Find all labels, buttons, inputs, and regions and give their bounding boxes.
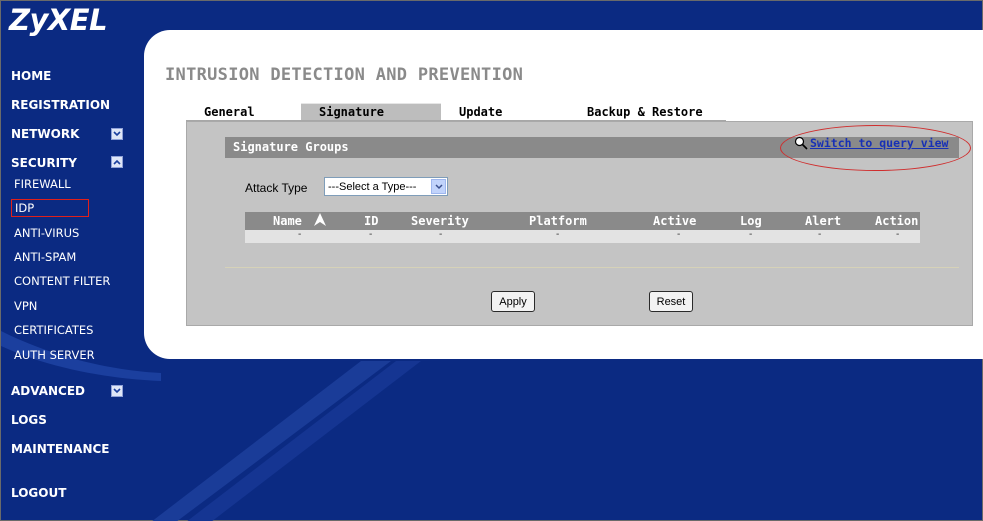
column-id: ID: [364, 214, 379, 228]
nav-item-network[interactable]: NETWORK: [11, 127, 79, 141]
nav-item-registration[interactable]: REGISTRATION: [11, 98, 110, 112]
cell-alert: -: [818, 229, 822, 240]
nav-item-advanced[interactable]: ADVANCED: [11, 384, 85, 398]
tab-general[interactable]: General: [186, 103, 301, 121]
expand-icon[interactable]: [111, 385, 123, 397]
attack-type-label: Attack Type: [245, 181, 308, 195]
nav-item-maintenance[interactable]: MAINTENANCE: [11, 442, 110, 456]
sidebar-nav: HOME REGISTRATION NETWORK SECURITY FIREW…: [1, 1, 144, 521]
collapse-icon[interactable]: [111, 156, 123, 168]
nav-item-label: MAINTENANCE: [11, 442, 110, 456]
sub-item-vpn[interactable]: VPN: [14, 299, 37, 313]
nav-item-label: NETWORK: [11, 127, 80, 141]
column-action: Action: [875, 214, 919, 228]
cell-platform: -: [556, 229, 560, 240]
nav-item-security[interactable]: SECURITY: [11, 156, 77, 170]
tab-update[interactable]: Update: [441, 103, 569, 121]
sub-item-anti-spam[interactable]: ANTI-SPAM: [14, 250, 76, 264]
chevron-down-icon[interactable]: [431, 179, 446, 194]
sub-item-certificates[interactable]: CERTIFICATES: [14, 323, 93, 337]
nav-item-logout[interactable]: LOGOUT: [11, 486, 66, 500]
column-name[interactable]: Name: [273, 214, 302, 228]
nav-item-label: REGISTRATION: [11, 98, 111, 112]
cell-name: -: [298, 229, 302, 240]
reset-button[interactable]: Reset: [649, 291, 693, 312]
page-title: INTRUSION DETECTION AND PREVENTION: [165, 65, 524, 85]
tab-signature[interactable]: Signature: [301, 103, 441, 121]
nav-item-label: ADVANCED: [11, 384, 86, 398]
section-title: Signature Groups: [233, 140, 349, 154]
cell-log: -: [749, 229, 753, 240]
nav-item-label: HOME: [11, 69, 52, 83]
tab-backup-restore[interactable]: Backup & Restore: [569, 103, 726, 121]
attack-type-select[interactable]: ---Select a Type---: [324, 177, 448, 196]
column-name-label: Name: [273, 214, 302, 228]
sort-arrow-icon[interactable]: [312, 212, 328, 228]
cell-active: -: [677, 229, 681, 240]
sub-item-firewall[interactable]: FIREWALL: [14, 177, 71, 191]
nav-item-logs[interactable]: LOGS: [11, 413, 47, 427]
column-active: Active: [653, 214, 697, 228]
cell-action: -: [896, 229, 900, 240]
nav-item-label: SECURITY: [11, 156, 77, 170]
column-log: Log: [740, 214, 762, 228]
sub-item-anti-virus[interactable]: ANTI-VIRUS: [14, 226, 79, 240]
sub-item-idp[interactable]: IDP: [11, 199, 89, 217]
cell-id: -: [369, 229, 373, 240]
highlight-ellipse: [780, 125, 971, 171]
apply-button[interactable]: Apply: [491, 291, 535, 312]
nav-item-label: LOGOUT: [11, 486, 67, 500]
column-severity: Severity: [411, 214, 469, 228]
tab-bar: General Signature Update Backup & Restor…: [186, 103, 726, 121]
sub-item-content-filter[interactable]: CONTENT FILTER: [14, 274, 110, 288]
column-platform: Platform: [529, 214, 587, 228]
nav-item-home[interactable]: HOME: [11, 69, 51, 83]
cell-severity: -: [439, 229, 443, 240]
attack-type-value: ---Select a Type---: [328, 180, 417, 193]
nav-item-label: LOGS: [11, 413, 47, 427]
sub-item-auth-server[interactable]: AUTH SERVER: [14, 348, 95, 362]
divider: [225, 267, 959, 268]
column-alert: Alert: [805, 214, 842, 228]
expand-icon[interactable]: [111, 128, 123, 140]
